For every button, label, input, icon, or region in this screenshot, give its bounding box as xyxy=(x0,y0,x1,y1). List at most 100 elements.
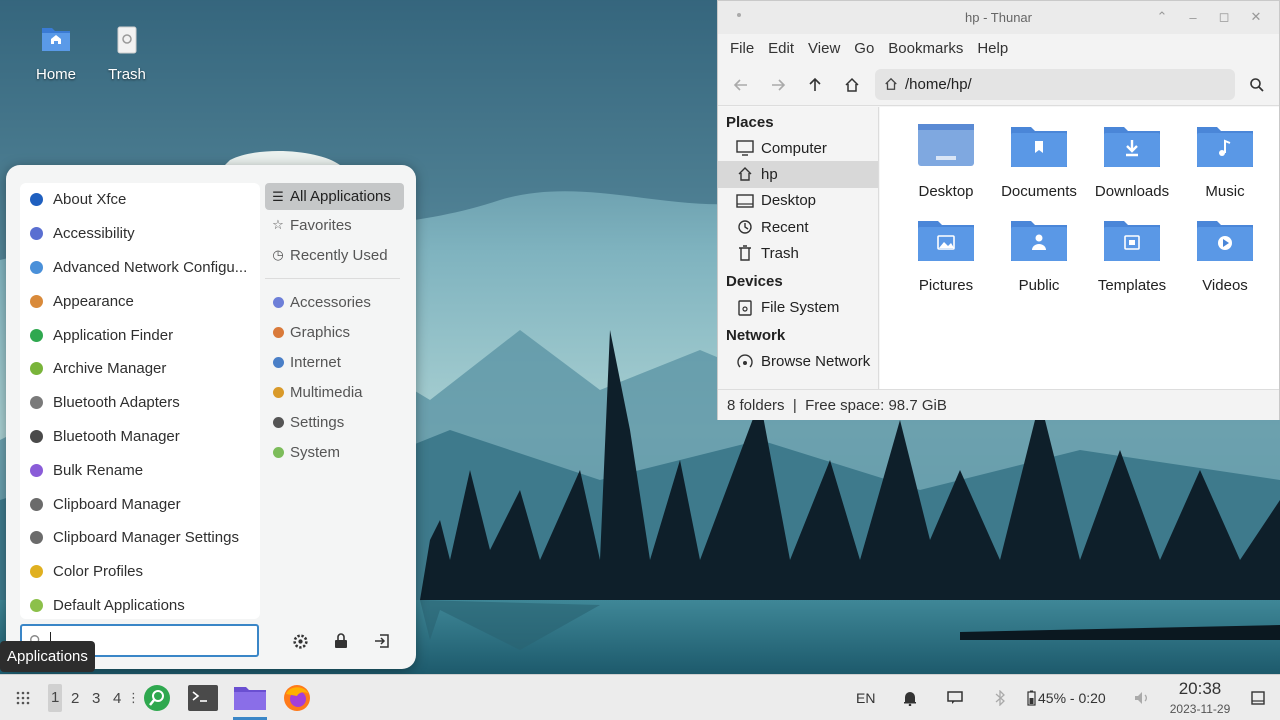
battery-icon xyxy=(1027,690,1036,706)
menu-help[interactable]: Help xyxy=(977,40,1008,57)
sidebar-item-label: Trash xyxy=(761,244,799,262)
folder-label: Videos xyxy=(1202,277,1248,294)
window-titlebar[interactable]: hp - Thunar ⌃ – ◻ ✕ xyxy=(718,1,1279,34)
category-separator xyxy=(265,278,400,279)
workspace-more-icon[interactable]: ⋮ xyxy=(127,690,140,706)
download-folder-icon xyxy=(1104,127,1160,167)
app-item[interactable]: Bulk Rename xyxy=(20,453,260,487)
forward-arrow-icon[interactable] xyxy=(768,75,788,95)
folder-documents[interactable]: Documents xyxy=(993,123,1085,200)
sidebar-item-recent[interactable]: Recent xyxy=(718,214,878,240)
app-item[interactable]: Default Applications xyxy=(20,589,260,619)
app-grid-icon[interactable] xyxy=(8,683,38,713)
sidebar-item-file-system[interactable]: File System xyxy=(718,294,878,320)
desktop-icon-label: Home xyxy=(35,66,76,83)
menu-go[interactable]: Go xyxy=(854,40,874,57)
sidebar-item-trash[interactable]: Trash xyxy=(718,240,878,266)
app-item[interactable]: Color Profiles xyxy=(20,555,260,589)
firefox-icon[interactable] xyxy=(282,683,312,713)
app-item[interactable]: Appearance xyxy=(20,284,260,318)
folder-videos[interactable]: Videos xyxy=(1179,217,1271,294)
up-arrow-icon[interactable] xyxy=(805,75,825,95)
category-all-applications[interactable]: ☰ All Applications xyxy=(265,183,404,210)
category-item[interactable]: Multimedia xyxy=(265,377,404,407)
back-arrow-icon[interactable] xyxy=(731,75,751,95)
app-icon xyxy=(30,429,43,443)
workspace-1[interactable]: 1 xyxy=(48,684,63,712)
app-item[interactable]: Advanced Network Configu... xyxy=(20,251,260,285)
maximize-icon[interactable]: ◻ xyxy=(1216,9,1232,25)
category-item[interactable]: System xyxy=(265,437,404,467)
folder-pictures[interactable]: Pictures xyxy=(900,217,992,294)
app-icon xyxy=(30,328,43,342)
bluetooth-icon[interactable] xyxy=(985,683,1015,713)
battery-status[interactable]: 45% - 0:20 xyxy=(1038,690,1106,706)
category-item[interactable]: Graphics xyxy=(265,317,404,347)
close-icon[interactable]: ✕ xyxy=(1248,9,1264,25)
folder-label: Templates xyxy=(1097,277,1167,294)
clock-date[interactable]: 2023-11-29 xyxy=(1160,702,1240,716)
status-bar: 8 folders | Free space: 98.7 GiB xyxy=(718,389,1279,420)
app-item-label: Clipboard Manager Settings xyxy=(53,529,239,547)
keyboard-layout-indicator[interactable]: EN xyxy=(856,690,875,706)
folder-label: Music xyxy=(1205,183,1245,200)
chat-icon[interactable] xyxy=(940,683,970,713)
app-item-label: Archive Manager xyxy=(53,360,167,378)
file-manager-icon[interactable] xyxy=(233,683,267,713)
minimize-icon[interactable]: – xyxy=(1185,9,1201,25)
category-recently-used[interactable]: ◷ Recently Used xyxy=(265,240,404,270)
folder-downloads[interactable]: Downloads xyxy=(1086,123,1178,200)
trash-icon xyxy=(735,244,755,262)
desktop-folder-icon xyxy=(918,124,974,166)
workspace-4[interactable]: 4 xyxy=(113,690,121,707)
settings-gear-icon[interactable] xyxy=(290,631,310,651)
folder-templates[interactable]: Templates xyxy=(1086,217,1178,294)
desktop-icon-trash[interactable]: Trash xyxy=(92,22,162,83)
menu-file[interactable]: File xyxy=(730,40,754,57)
desktop-icon-home[interactable]: Home xyxy=(21,22,91,83)
menu-view[interactable]: View xyxy=(808,40,840,57)
app-item[interactable]: Clipboard Manager xyxy=(20,487,260,521)
menu-bookmarks[interactable]: Bookmarks xyxy=(888,40,963,57)
category-item[interactable]: Accessories xyxy=(265,287,404,317)
app-item[interactable]: Archive Manager xyxy=(20,352,260,386)
app-icon xyxy=(30,396,43,410)
app-finder-icon[interactable] xyxy=(142,683,172,713)
app-item[interactable]: Accessibility xyxy=(20,217,260,251)
sidebar-item-desktop[interactable]: Desktop xyxy=(718,188,878,214)
home-icon[interactable] xyxy=(842,75,862,95)
folder-desktop[interactable]: Desktop xyxy=(900,123,992,200)
app-item[interactable]: About Xfce xyxy=(20,183,260,217)
volume-icon[interactable] xyxy=(1127,683,1157,713)
notification-bell-icon[interactable] xyxy=(895,683,925,713)
terminal-icon[interactable] xyxy=(188,683,218,713)
workspace-3[interactable]: 3 xyxy=(92,690,100,707)
app-item[interactable]: Bluetooth Manager xyxy=(20,420,260,454)
show-desktop-icon[interactable] xyxy=(1243,683,1273,713)
workspace-2[interactable]: 2 xyxy=(71,690,79,707)
shade-icon[interactable]: ⌃ xyxy=(1154,9,1170,25)
clock-time[interactable]: 20:38 xyxy=(1170,679,1230,699)
app-icon xyxy=(30,598,43,612)
sidebar-item-hp[interactable]: hp xyxy=(718,161,878,188)
app-item[interactable]: Application Finder xyxy=(20,318,260,352)
folder-label: Documents xyxy=(1001,183,1077,200)
category-item[interactable]: Internet xyxy=(265,347,404,377)
sidebar-item-browse-network[interactable]: Browse Network xyxy=(718,349,878,375)
applications-tooltip: Applications xyxy=(0,641,95,672)
recent-icon xyxy=(735,218,755,236)
search-icon[interactable] xyxy=(1247,75,1267,95)
log-out-icon[interactable] xyxy=(372,631,392,651)
network-header: Network xyxy=(726,327,786,345)
location-bar[interactable]: /home/hp/ xyxy=(875,69,1235,100)
folder-label: Pictures xyxy=(918,277,974,294)
app-item[interactable]: Bluetooth Adapters xyxy=(20,386,260,420)
app-item[interactable]: Clipboard Manager Settings xyxy=(20,521,260,555)
menu-edit[interactable]: Edit xyxy=(768,40,794,57)
sidebar-item-computer[interactable]: Computer xyxy=(718,135,878,161)
folder-music[interactable]: Music xyxy=(1179,123,1271,200)
category-favorites[interactable]: ☆ Favorites xyxy=(265,210,404,240)
category-item[interactable]: Settings xyxy=(265,407,404,437)
folder-public[interactable]: Public xyxy=(993,217,1085,294)
lock-screen-icon[interactable] xyxy=(331,631,351,651)
